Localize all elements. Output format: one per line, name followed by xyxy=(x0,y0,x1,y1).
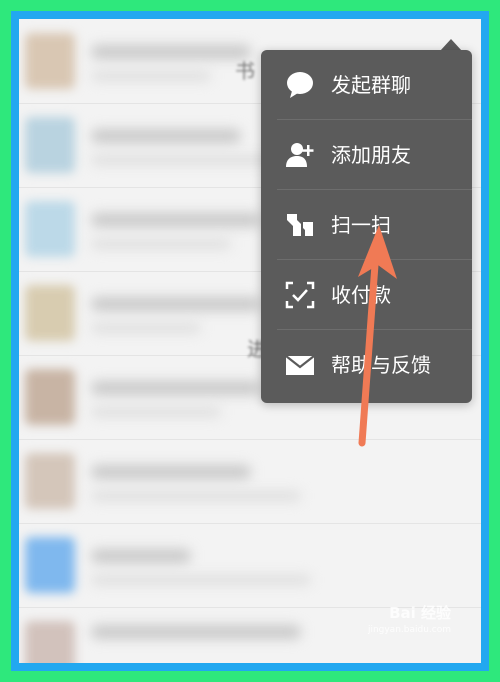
arrow-up-icon xyxy=(358,225,397,447)
watermark-url: jingyan.baidu.com xyxy=(367,625,451,635)
inner-border: 书 进 发起群聊 添加朋友 扫一扫 收付款 帮助与反馈 Bai 经验 jingy… xyxy=(11,11,489,671)
watermark: Bai 经验 jingyan.baidu.com xyxy=(368,602,451,635)
phone-screen: 书 进 发起群聊 添加朋友 扫一扫 收付款 帮助与反馈 Bai 经验 jingy… xyxy=(19,19,481,663)
watermark-logo-text: Bai 经验 xyxy=(389,604,451,622)
outer-border: 书 进 发起群聊 添加朋友 扫一扫 收付款 帮助与反馈 Bai 经验 jingy… xyxy=(0,0,500,682)
